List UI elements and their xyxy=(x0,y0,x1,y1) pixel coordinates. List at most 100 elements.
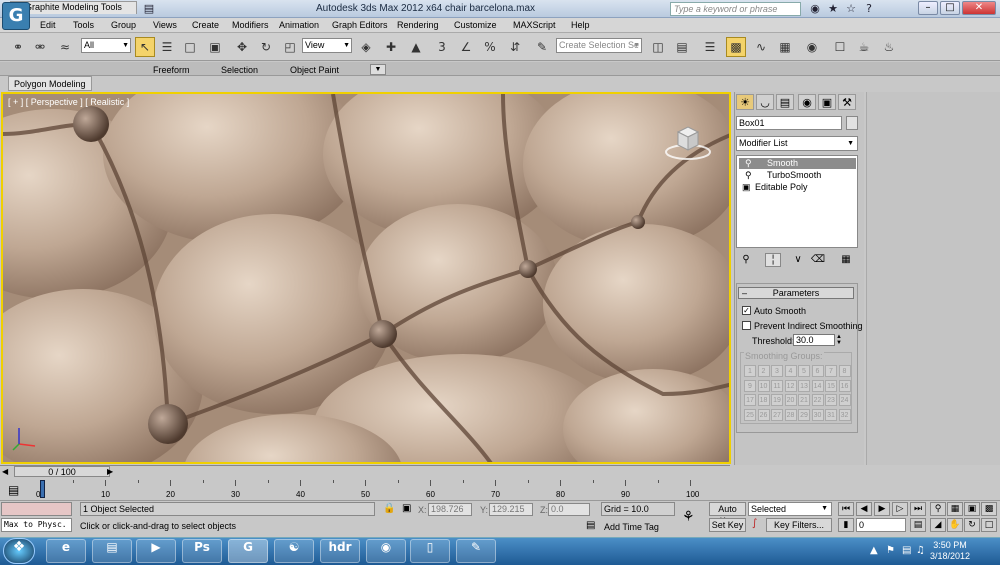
media-player-icon[interactable]: ▶ xyxy=(136,539,176,563)
zoom-extents-icon[interactable]: ▣ xyxy=(964,502,980,516)
tray-arrow-icon[interactable]: ▲ xyxy=(870,545,878,556)
spinner-snap-icon[interactable]: ⇵ xyxy=(505,37,525,57)
smoothing-group-button[interactable]: 22 xyxy=(811,394,824,406)
select-rotate-icon[interactable]: ↻ xyxy=(256,37,276,57)
time-configuration-icon[interactable]: ▤ xyxy=(910,518,926,532)
app-icon[interactable]: ☯ xyxy=(274,539,314,563)
menu-group[interactable]: Group xyxy=(111,20,136,30)
photoshop-icon[interactable]: Ps xyxy=(182,539,222,563)
menu-create[interactable]: Create xyxy=(192,20,219,30)
layer-manager-icon[interactable]: ☰ xyxy=(700,37,720,57)
3ds-max-taskbar-icon[interactable]: G xyxy=(228,539,268,563)
mini-curve-editor-icon[interactable]: ▤ xyxy=(8,483,19,497)
smoothing-group-button[interactable]: 18 xyxy=(757,394,770,406)
current-frame-field[interactable]: 0 xyxy=(856,518,906,532)
system-clock[interactable]: 3:50 PM 3/18/2012 xyxy=(930,540,970,562)
binoculars-icon[interactable]: ◉ xyxy=(808,2,822,15)
go-to-start-icon[interactable]: ⏮ xyxy=(838,502,854,516)
selection-filter-dropdown[interactable]: All ▼ xyxy=(81,38,131,53)
select-scale-icon[interactable]: ◰ xyxy=(280,37,300,57)
rendered-frame-icon[interactable]: ☕ xyxy=(854,37,874,57)
display-panel-icon[interactable]: ▣ xyxy=(818,94,836,110)
smoothing-group-button[interactable]: 11 xyxy=(771,379,783,392)
menu-rendering[interactable]: Rendering xyxy=(397,20,439,30)
menu-animation[interactable]: Animation xyxy=(279,20,319,30)
set-key-mode-icon[interactable]: ⚘ xyxy=(682,509,695,525)
link-icon[interactable]: ⚭ xyxy=(8,37,28,57)
ribbon-options-icon[interactable]: ▼ xyxy=(370,64,386,75)
set-key-button[interactable]: Set Key xyxy=(709,518,746,532)
application-button-icon[interactable]: G xyxy=(2,2,30,30)
auto-key-button[interactable]: Auto Key xyxy=(709,502,746,526)
time-slider-next-icon[interactable]: ▶ xyxy=(107,467,113,476)
angle-snap-icon[interactable]: ∠ xyxy=(456,37,476,57)
hdr-app-icon[interactable]: hdr xyxy=(320,539,360,563)
select-and-manipulate-icon[interactable]: ✚ xyxy=(381,37,401,57)
bind-space-warp-icon[interactable]: ≈ xyxy=(55,37,75,57)
threshold-spinner[interactable]: 30.0 xyxy=(793,334,835,346)
menu-edit[interactable]: Edit xyxy=(40,20,56,30)
parameters-rollout-header[interactable]: – Parameters xyxy=(738,287,854,299)
modifier-list-dropdown[interactable]: Modifier List ▼ xyxy=(736,136,858,151)
object-color-swatch[interactable] xyxy=(846,116,858,130)
align-icon[interactable]: ▤ xyxy=(672,37,692,57)
minimize-button[interactable]: – xyxy=(918,1,938,15)
time-slider-thumb[interactable]: 0 / 100 xyxy=(14,466,110,477)
smoothing-group-button[interactable]: 7 xyxy=(825,365,837,377)
previous-frame-icon[interactable]: ◀ xyxy=(856,502,872,516)
render-setup-icon[interactable]: ☐ xyxy=(830,37,850,57)
maxscript-listener-output[interactable] xyxy=(1,502,72,516)
orbit-icon[interactable]: ↻ xyxy=(964,518,980,532)
time-slider-prev-icon[interactable]: ◀ xyxy=(2,467,8,476)
smoothing-group-button[interactable]: 1 xyxy=(744,365,756,377)
select-object-icon[interactable]: ↖ xyxy=(135,37,155,57)
smoothing-group-button[interactable]: 29 xyxy=(798,408,810,421)
tab-polygon-modeling[interactable]: Polygon Modeling xyxy=(8,76,92,91)
mirror-icon[interactable]: ◫ xyxy=(648,37,668,57)
play-icon[interactable]: ▶ xyxy=(874,502,890,516)
show-end-result-icon[interactable]: ╎ xyxy=(765,253,781,267)
create-panel-icon[interactable]: ☀ xyxy=(736,94,754,110)
key-mode-toggle-icon[interactable]: ▮ xyxy=(838,518,854,532)
smoothing-group-button[interactable]: 5 xyxy=(798,365,810,377)
modify-panel-icon[interactable]: ◡ xyxy=(756,94,774,110)
key-mode-dropdown[interactable]: Selected ▼ xyxy=(748,502,832,516)
smoothing-group-button[interactable]: 32 xyxy=(838,408,851,421)
schematic-view-icon[interactable]: ▦ xyxy=(775,37,795,57)
viewport-label[interactable]: [ + ] [ Perspective ] [ Realistic ] xyxy=(8,97,129,107)
select-by-name-icon[interactable]: ☰ xyxy=(157,37,177,57)
flag-icon[interactable]: ⚑ xyxy=(886,545,895,556)
paint-icon[interactable]: ✎ xyxy=(456,539,496,563)
volume-icon[interactable]: ♫ xyxy=(916,545,925,556)
favorites-icon[interactable]: ☆ xyxy=(844,2,858,15)
smoothing-group-button[interactable]: 9 xyxy=(744,379,756,392)
start-button-icon[interactable]: ❖ xyxy=(3,538,35,564)
named-selection-sets-dropdown[interactable]: Create Selection Se ▼ xyxy=(556,38,642,53)
smoothing-group-button[interactable]: 8 xyxy=(838,365,851,377)
menu-help[interactable]: Help xyxy=(571,20,590,30)
perspective-viewport[interactable]: [ + ] [ Perspective ] [ Realistic ] xyxy=(1,92,731,464)
rectangular-selection-icon[interactable]: □ xyxy=(180,37,200,57)
key-tangent-icon[interactable]: ∫ xyxy=(752,518,757,529)
modifier-stack[interactable]: ⚲ Smooth ⚲ TurboSmooth ▣ Editable Poly xyxy=(736,155,858,248)
internet-explorer-icon[interactable]: e xyxy=(46,539,86,563)
reference-coordinate-dropdown[interactable]: View ▼ xyxy=(302,38,352,53)
remove-modifier-icon[interactable]: ⌫ xyxy=(810,253,826,267)
zoom-icon[interactable]: ⚲ xyxy=(930,502,946,516)
spinner-arrows-icon[interactable]: ▲ ▼ xyxy=(835,334,843,346)
prevent-indirect-checkbox[interactable] xyxy=(742,321,751,330)
file-explorer-icon[interactable]: ▤ xyxy=(92,539,132,563)
material-editor-icon[interactable]: ◉ xyxy=(802,37,822,57)
z-coordinate-field[interactable]: 0.0 xyxy=(548,503,590,516)
hierarchy-panel-icon[interactable]: ▤ xyxy=(776,94,794,110)
zoom-all-icon[interactable]: ▦ xyxy=(947,502,963,516)
smoothing-group-button[interactable]: 16 xyxy=(838,379,851,392)
maxscript-mini-listener[interactable]: Max to Physc. xyxy=(1,518,72,532)
graphite-toggle-icon[interactable]: ▩ xyxy=(726,37,746,57)
browser-icon[interactable]: ◉ xyxy=(366,539,406,563)
maximize-button[interactable]: □ xyxy=(940,1,960,15)
stack-item-turbosmooth[interactable]: ⚲ TurboSmooth xyxy=(739,170,856,181)
menu-tools[interactable]: Tools xyxy=(73,20,94,30)
lightbulb-icon[interactable]: ⚲ xyxy=(745,158,752,169)
menu-views[interactable]: Views xyxy=(153,20,177,30)
